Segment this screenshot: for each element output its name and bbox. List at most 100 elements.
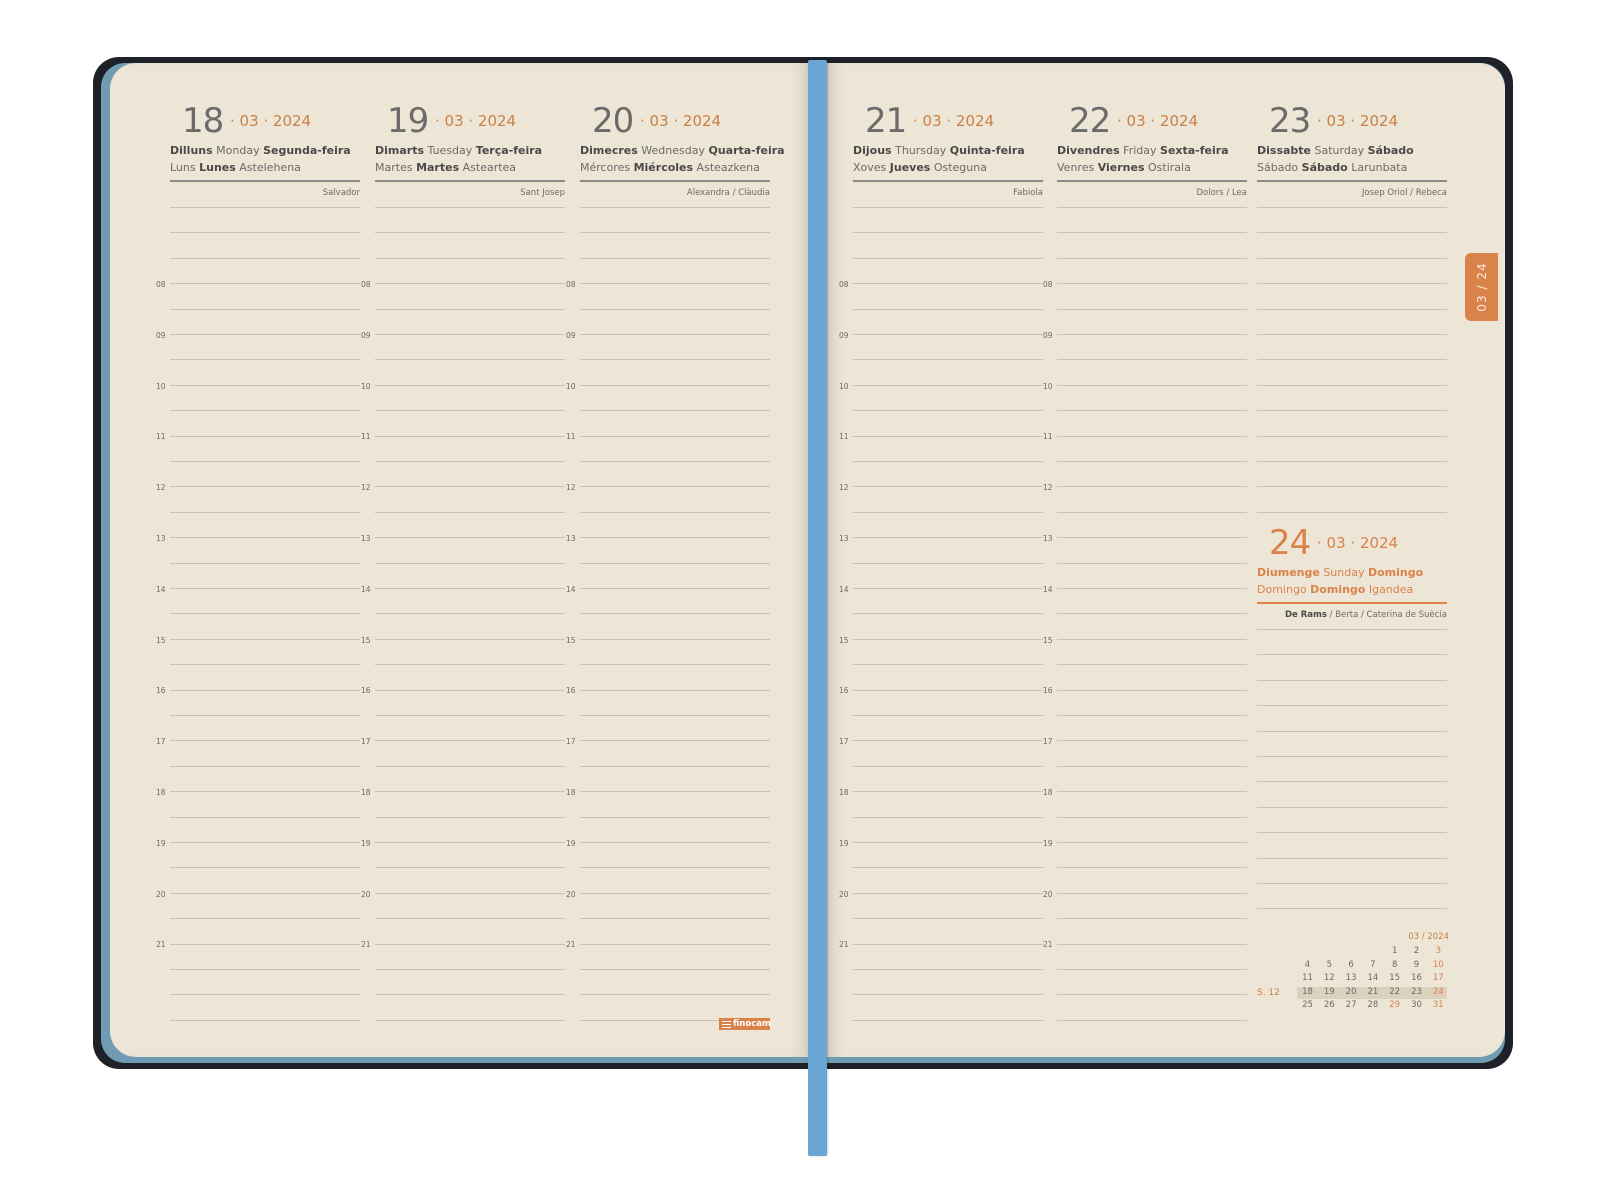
writing-line[interactable] — [853, 740, 1043, 742]
writing-line[interactable] — [170, 892, 360, 894]
writing-line[interactable] — [375, 715, 565, 716]
writing-line[interactable] — [1057, 207, 1247, 208]
writing-line[interactable] — [1057, 435, 1247, 437]
calendar-day[interactable]: 10 — [1428, 960, 1449, 970]
writing-line[interactable] — [1257, 679, 1447, 681]
writing-line[interactable] — [853, 816, 1043, 818]
writing-line[interactable] — [853, 511, 1043, 513]
writing-line[interactable] — [375, 334, 565, 335]
writing-line[interactable] — [170, 842, 360, 843]
writing-line[interactable] — [170, 689, 360, 691]
writing-line[interactable] — [375, 359, 565, 361]
writing-line[interactable] — [1257, 730, 1447, 732]
writing-line[interactable] — [170, 334, 360, 335]
writing-line[interactable] — [853, 943, 1043, 945]
writing-line[interactable] — [1057, 359, 1247, 361]
writing-line[interactable] — [1057, 740, 1247, 742]
calendar-day[interactable]: 8 — [1384, 960, 1405, 970]
writing-line[interactable] — [1257, 461, 1447, 462]
writing-line[interactable] — [580, 867, 770, 869]
calendar-day[interactable]: 20 — [1341, 987, 1362, 997]
writing-line[interactable] — [580, 384, 770, 386]
writing-line[interactable] — [170, 765, 360, 767]
writing-line[interactable] — [1257, 334, 1447, 335]
writing-line[interactable] — [375, 918, 565, 920]
writing-line[interactable] — [375, 588, 565, 589]
writing-line[interactable] — [853, 562, 1043, 564]
calendar-day[interactable]: 1 — [1384, 946, 1405, 956]
writing-line[interactable] — [1257, 806, 1447, 808]
calendar-day[interactable]: 11 — [1297, 973, 1318, 983]
writing-line[interactable] — [1257, 908, 1447, 910]
writing-line[interactable] — [375, 943, 565, 945]
writing-line[interactable] — [1057, 562, 1247, 564]
writing-line[interactable] — [580, 537, 770, 539]
writing-line[interactable] — [580, 765, 770, 767]
writing-line[interactable] — [1057, 283, 1247, 285]
writing-line[interactable] — [375, 384, 565, 386]
writing-line[interactable] — [375, 994, 565, 996]
writing-line[interactable] — [170, 867, 360, 869]
calendar-day[interactable]: 12 — [1319, 973, 1340, 983]
writing-line[interactable] — [853, 308, 1043, 310]
writing-line[interactable] — [580, 486, 770, 488]
calendar-day[interactable]: 5 — [1319, 960, 1340, 970]
writing-line[interactable] — [853, 715, 1043, 716]
writing-line[interactable] — [170, 816, 360, 818]
writing-line[interactable] — [375, 765, 565, 767]
writing-line[interactable] — [580, 740, 770, 742]
writing-line[interactable] — [853, 486, 1043, 488]
writing-line[interactable] — [1257, 883, 1447, 884]
writing-line[interactable] — [170, 994, 360, 996]
writing-line[interactable] — [375, 308, 565, 310]
writing-line[interactable] — [170, 435, 360, 437]
calendar-day[interactable]: 17 — [1428, 973, 1449, 983]
writing-line[interactable] — [853, 283, 1043, 285]
writing-line[interactable] — [853, 765, 1043, 767]
writing-line[interactable] — [1257, 832, 1447, 834]
writing-line[interactable] — [1057, 613, 1247, 615]
writing-line[interactable] — [1257, 705, 1447, 707]
writing-line[interactable] — [375, 664, 565, 666]
writing-line[interactable] — [1057, 765, 1247, 767]
writing-line[interactable] — [170, 257, 360, 259]
writing-line[interactable] — [580, 588, 770, 589]
writing-line[interactable] — [170, 461, 360, 462]
writing-line[interactable] — [1057, 994, 1247, 996]
writing-line[interactable] — [1257, 359, 1447, 361]
writing-line[interactable] — [853, 461, 1043, 462]
writing-line[interactable] — [1057, 384, 1247, 386]
writing-line[interactable] — [375, 257, 565, 259]
writing-line[interactable] — [170, 562, 360, 564]
calendar-day[interactable]: 25 — [1297, 1000, 1318, 1010]
writing-line[interactable] — [375, 435, 565, 437]
writing-line[interactable] — [853, 994, 1043, 996]
writing-line[interactable] — [853, 384, 1043, 386]
writing-line[interactable] — [375, 638, 565, 640]
writing-line[interactable] — [1257, 486, 1447, 488]
writing-line[interactable] — [1257, 410, 1447, 412]
writing-line[interactable] — [375, 1019, 565, 1021]
writing-line[interactable] — [1057, 410, 1247, 412]
writing-line[interactable] — [580, 918, 770, 920]
writing-line[interactable] — [375, 562, 565, 564]
writing-line[interactable] — [580, 359, 770, 361]
writing-line[interactable] — [580, 435, 770, 437]
writing-line[interactable] — [853, 842, 1043, 843]
calendar-day[interactable]: 29 — [1384, 1000, 1405, 1010]
writing-line[interactable] — [853, 638, 1043, 640]
writing-line[interactable] — [170, 283, 360, 285]
writing-line[interactable] — [580, 969, 770, 970]
writing-line[interactable] — [853, 257, 1043, 259]
calendar-day[interactable]: 27 — [1341, 1000, 1362, 1010]
writing-line[interactable] — [375, 613, 565, 615]
writing-line[interactable] — [375, 207, 565, 208]
writing-line[interactable] — [580, 562, 770, 564]
writing-line[interactable] — [853, 207, 1043, 208]
writing-line[interactable] — [1057, 1019, 1247, 1021]
writing-line[interactable] — [853, 969, 1043, 970]
writing-line[interactable] — [375, 842, 565, 843]
writing-line[interactable] — [1257, 308, 1447, 310]
writing-line[interactable] — [853, 867, 1043, 869]
writing-line[interactable] — [170, 715, 360, 716]
